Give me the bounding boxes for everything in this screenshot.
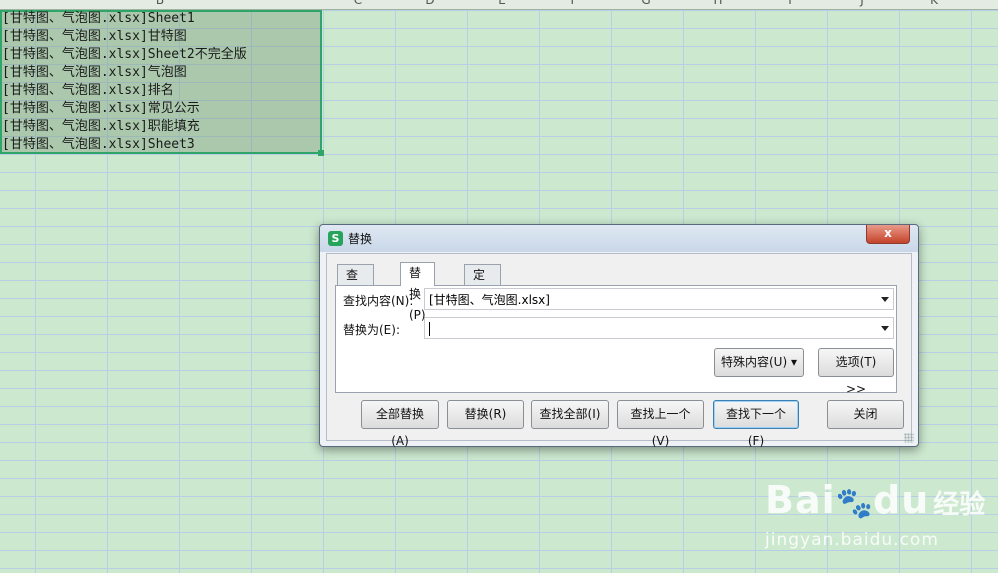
column-header-h[interactable]: H [682,0,754,7]
tab-replace[interactable]: 替换(P) [400,262,435,322]
cell[interactable]: [甘特图、气泡图.xlsx]Sheet1 [2,10,195,28]
close-button[interactable]: 关闭 [827,400,904,429]
column-header-d[interactable]: D [394,0,466,7]
watermark-logo-text: Bai [765,478,836,522]
fill-handle[interactable] [318,150,324,156]
find-label: 查找内容(N): [343,294,414,308]
wps-app-icon: S [328,231,343,246]
dialog-titlebar[interactable]: S 替换 x [320,225,918,252]
find-next-button[interactable]: 查找下一个(F) [713,400,799,448]
find-all-button[interactable]: 查找全部(I) [531,400,609,429]
cell[interactable]: [甘特图、气泡图.xlsx]Sheet3 [2,136,195,154]
dialog-title: 替换 [348,232,373,246]
tab-find[interactable]: 查找(D) [337,264,374,324]
cell[interactable]: [甘特图、气泡图.xlsx]甘特图 [2,28,187,46]
column-header-j[interactable]: J [826,0,898,7]
column-header-i[interactable]: I [754,0,826,7]
close-icon[interactable]: x [866,225,910,244]
column-header-f[interactable]: F [538,0,610,7]
options-button[interactable]: 选项(T) >> [818,348,894,396]
cell[interactable]: [甘特图、气泡图.xlsx]职能填充 [2,118,200,136]
special-content-button[interactable]: 特殊内容(U) ▾ [714,348,804,377]
replace-label: 替换为(E): [343,323,400,337]
column-header-e[interactable]: E [466,0,538,7]
watermark-url: jingyan.baidu.com [765,530,939,550]
replace-input[interactable] [425,319,873,339]
cell[interactable]: [甘特图、气泡图.xlsx]Sheet2不完全版 [2,46,247,64]
watermark-cn-text: 经验 [933,490,986,520]
baidu-jingyan-watermark: Bai🐾du 经验 jingyan.baidu.com [765,478,986,550]
find-combobox[interactable] [424,288,894,310]
find-previous-button[interactable]: 查找上一个(V) [617,400,704,448]
replace-dialog: S 替换 x 查找(D) 替换(P) 定位(G) 查找内容(N): 替换为(E)… [319,224,919,448]
find-input[interactable] [425,289,873,310]
watermark-logo-text-2: du [873,478,930,522]
column-header-c[interactable]: C [322,0,394,7]
replace-all-button[interactable]: 全部替换(A) [361,400,439,448]
text-caret [429,322,430,336]
replace-button[interactable]: 替换(R) [447,400,524,429]
tab-goto[interactable]: 定位(G) [464,264,501,324]
column-header-b[interactable]: B [124,0,196,7]
column-header-k[interactable]: K [898,0,970,7]
column-header-row: B C D E F G H I J K [0,0,998,10]
cell[interactable]: [甘特图、气泡图.xlsx]气泡图 [2,64,187,82]
dialog-body: 查找(D) 替换(P) 定位(G) 查找内容(N): 替换为(E): 特殊内容(… [326,253,912,448]
column-header-g[interactable]: G [610,0,682,7]
cell[interactable]: [甘特图、气泡图.xlsx]常见公示 [2,100,200,118]
replace-combobox[interactable] [424,317,894,339]
chevron-down-icon[interactable] [881,326,889,331]
chevron-down-icon[interactable] [881,297,889,302]
resize-grip-icon[interactable] [904,433,914,443]
paw-icon: 🐾 [835,486,873,521]
cell[interactable]: [甘特图、气泡图.xlsx]排名 [2,82,174,100]
